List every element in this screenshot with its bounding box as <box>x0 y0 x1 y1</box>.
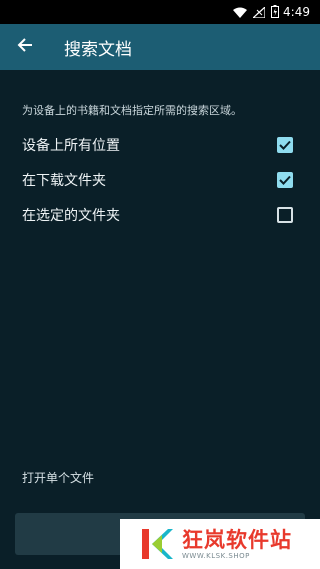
watermark-text: 狂岚软件站 WWW.KLSK.SHOP <box>182 528 292 560</box>
option-selected-folder[interactable]: 在选定的文件夹 <box>0 198 320 232</box>
option-label: 在选定的文件夹 <box>22 208 120 224</box>
arrow-left-icon <box>17 37 33 57</box>
page-title: 搜索文档 <box>64 39 132 60</box>
open-single-file-link[interactable]: 打开单个文件 <box>22 469 94 486</box>
k-logo-icon <box>140 525 174 563</box>
watermark-banner: 狂岚软件站 WWW.KLSK.SHOP <box>120 519 320 569</box>
option-label: 在下载文件夹 <box>22 173 106 189</box>
watermark-subtitle: WWW.KLSK.SHOP <box>182 552 250 560</box>
battery-icon <box>271 3 280 22</box>
back-button[interactable] <box>2 24 48 70</box>
search-area-description: 为设备上的书籍和文档指定所需的搜索区域。 <box>22 104 242 117</box>
checkbox-all-locations[interactable] <box>277 137 293 153</box>
status-time: 4:49 <box>283 5 310 19</box>
status-bar: 4:49 <box>0 0 320 24</box>
option-download-folder[interactable]: 在下载文件夹 <box>0 163 320 197</box>
wifi-icon <box>233 3 248 22</box>
checkbox-download-folder[interactable] <box>277 172 293 188</box>
checkbox-selected-folder[interactable] <box>277 207 293 223</box>
option-label: 设备上所有位置 <box>22 138 120 154</box>
option-all-locations[interactable]: 设备上所有位置 <box>0 128 320 162</box>
status-icons <box>233 3 280 22</box>
signal-icon <box>251 3 266 22</box>
app-bar: 搜索文档 <box>0 24 320 70</box>
watermark-title: 狂岚软件站 <box>182 528 292 552</box>
